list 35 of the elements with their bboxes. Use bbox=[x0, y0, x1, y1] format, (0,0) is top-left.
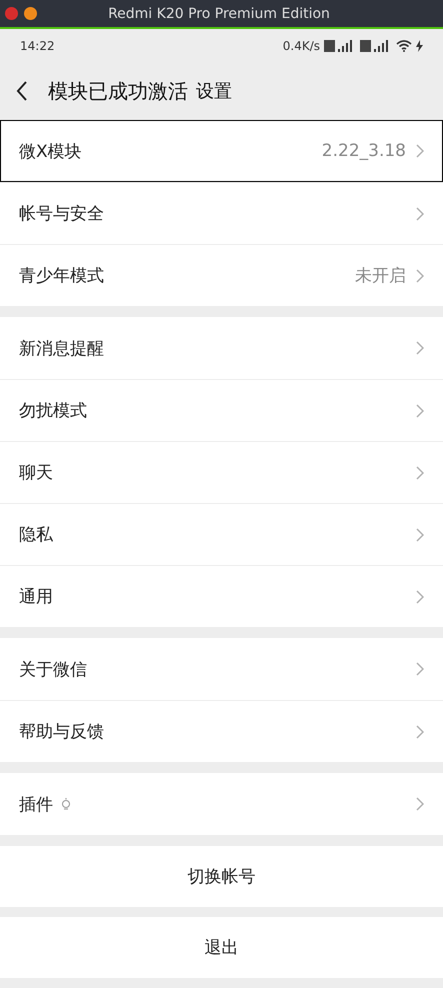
settings-item[interactable]: 微X模块 2.22_3.18 bbox=[0, 120, 443, 182]
chevron-icon bbox=[416, 590, 424, 604]
settings-item[interactable]: 插件 bbox=[0, 773, 443, 835]
chevron-icon bbox=[416, 724, 424, 738]
network-speed: 0.4K/s bbox=[282, 38, 320, 52]
chevron-icon bbox=[416, 268, 424, 282]
settings-item[interactable]: 新消息提醒 bbox=[0, 317, 443, 379]
settings-item[interactable]: 青少年模式 未开启 bbox=[0, 244, 443, 306]
chevron-icon bbox=[416, 206, 424, 220]
page-title: 模块已成功激活 bbox=[48, 78, 188, 104]
window-title: Redmi K20 Pro Premium Edition bbox=[107, 6, 331, 22]
lightbulb-icon bbox=[61, 798, 71, 810]
chevron-icon bbox=[416, 662, 424, 676]
settings-item[interactable]: 帮助与反馈 bbox=[0, 700, 443, 762]
settings-item[interactable]: 隐私 bbox=[0, 503, 443, 565]
action-button[interactable]: 切换帐号 bbox=[0, 846, 443, 907]
minimize-icon[interactable] bbox=[24, 7, 37, 20]
chevron-icon bbox=[416, 144, 424, 158]
chevron-icon bbox=[416, 797, 424, 811]
page-subtitle: 设置 bbox=[196, 80, 232, 103]
action-button[interactable]: 退出 bbox=[0, 917, 443, 978]
chevron-icon bbox=[416, 466, 424, 480]
settings-item[interactable]: 通用 bbox=[0, 565, 443, 627]
settings-item[interactable]: 帐号与安全 bbox=[0, 182, 443, 244]
wifi-icon bbox=[396, 40, 412, 52]
chevron-icon bbox=[416, 528, 424, 542]
settings-item[interactable]: 关于微信 bbox=[0, 638, 443, 700]
close-icon[interactable] bbox=[5, 7, 18, 20]
chevron-icon bbox=[416, 341, 424, 355]
charging-icon bbox=[416, 40, 423, 52]
back-icon[interactable] bbox=[16, 81, 28, 101]
settings-item[interactable]: 聊天 bbox=[0, 441, 443, 503]
settings-item[interactable]: 勿扰模式 bbox=[0, 379, 443, 441]
chevron-icon bbox=[416, 404, 424, 418]
status-time: 14:22 bbox=[20, 38, 55, 52]
